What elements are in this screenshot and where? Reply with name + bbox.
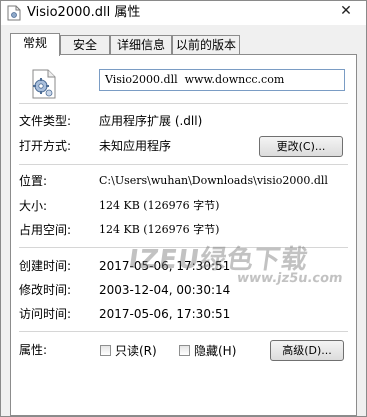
accessed-value: 2017-05-06, 17:30:51 xyxy=(99,307,231,321)
advanced-button[interactable]: 高级(D)... xyxy=(270,340,344,361)
open-with-label: 打开方式: xyxy=(19,139,72,153)
general-panel: Visio2000.dll www.downcc.com 文件类型: 应用程序扩… xyxy=(10,54,357,416)
readonly-checkbox[interactable] xyxy=(100,345,111,356)
divider xyxy=(19,331,348,332)
location-value: C:\Users\wuhan\Downloads\visio2000.dll xyxy=(99,174,328,187)
size-on-disk-value: 124 KB (126976 字节) xyxy=(99,223,220,236)
tab-general[interactable]: 常规 xyxy=(10,33,60,56)
window-title: Visio2000.dll 属性 xyxy=(27,5,141,20)
readonly-label[interactable]: 只读(R) xyxy=(115,343,157,359)
file-type-label: 文件类型: xyxy=(19,114,72,128)
modified-label: 修改时间: xyxy=(19,283,72,297)
dll-file-icon xyxy=(7,5,21,21)
location-label: 位置: xyxy=(19,174,48,188)
modified-value: 2003-12-04, 00:30:14 xyxy=(99,283,231,297)
size-on-disk-label: 占用空间: xyxy=(19,223,72,237)
watermark-url: www.jz5u.com xyxy=(235,271,344,286)
properties-window: Visio2000.dll 属性 ✕ 常规 安全 详细信息 以前的版本 Visi… xyxy=(0,0,367,417)
title-bar[interactable]: Visio2000.dll 属性 ✕ xyxy=(1,1,366,25)
divider xyxy=(19,164,348,165)
divider xyxy=(19,103,348,104)
tab-security[interactable]: 安全 xyxy=(60,35,110,54)
attributes-label: 属性: xyxy=(19,343,48,357)
tab-previous-versions[interactable]: 以前的版本 xyxy=(172,35,240,54)
hidden-label[interactable]: 隐藏(H) xyxy=(194,343,236,359)
tab-details[interactable]: 详细信息 xyxy=(110,35,172,54)
hidden-checkbox[interactable] xyxy=(179,345,190,356)
created-label: 创建时间: xyxy=(19,259,72,273)
dll-file-gear-icon xyxy=(32,69,56,99)
change-button[interactable]: 更改(C)... xyxy=(259,136,343,157)
size-label: 大小: xyxy=(19,199,48,213)
file-name-input[interactable]: Visio2000.dll www.downcc.com xyxy=(99,69,345,91)
size-value: 124 KB (126976 字节) xyxy=(99,199,220,212)
accessed-label: 访问时间: xyxy=(19,307,72,321)
close-icon[interactable]: ✕ xyxy=(334,1,358,21)
file-type-value: 应用程序扩展 (.dll) xyxy=(99,114,203,128)
open-with-value: 未知应用程序 xyxy=(99,139,172,153)
